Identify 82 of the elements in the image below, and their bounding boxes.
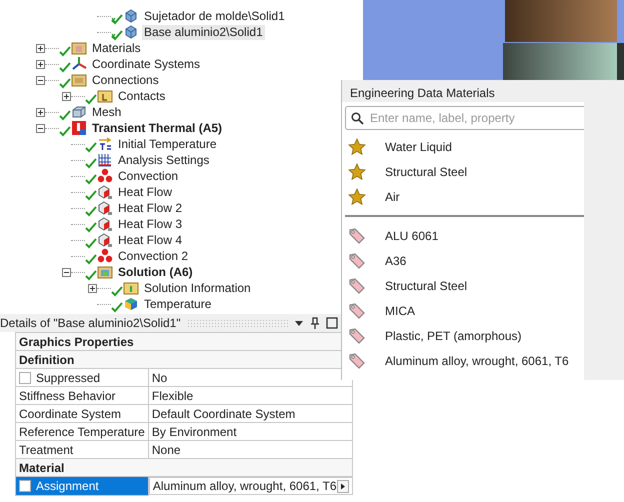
collapse-toggle[interactable] (36, 124, 45, 132)
tree-item[interactable]: Coordinate Systems (90, 56, 202, 72)
property-label: Assignment (36, 478, 99, 493)
cube-icon (123, 24, 139, 40)
tree-item[interactable]: Initial Temperature (116, 136, 218, 152)
search-field[interactable]: Enter name, label, property (345, 106, 584, 130)
property-value: Default Coordinate System (148, 404, 353, 422)
property-value: By Environment (148, 422, 353, 440)
material-item[interactable]: Water Liquid (385, 138, 452, 156)
property-name[interactable]: Coordinate System (16, 404, 148, 422)
folder-icon (71, 72, 87, 88)
tag-icon (348, 326, 366, 344)
tree-item[interactable]: Convection 2 (116, 248, 190, 264)
material-item[interactable]: Structural Steel (385, 162, 468, 180)
tree-item[interactable]: Heat Flow 4 (116, 232, 184, 248)
property-value: Flexible (148, 386, 353, 404)
cube-icon (97, 184, 113, 200)
tree-item[interactable]: Solution (A6) (116, 264, 195, 280)
cube-icon (97, 232, 113, 248)
tree-item[interactable]: Connections (90, 72, 161, 88)
property-name[interactable]: Assignment (16, 476, 148, 495)
material-item[interactable]: Aluminum alloy, wrought, 6061, T6 (385, 352, 569, 370)
dropdown-icon[interactable] (294, 318, 304, 328)
tag-icon (348, 302, 366, 320)
property-name[interactable]: Suppressed (16, 368, 148, 386)
tree-item[interactable]: Contacts (116, 88, 168, 104)
maximize-icon[interactable] (326, 317, 338, 329)
cube-icon (97, 200, 113, 216)
tag-icon (348, 352, 366, 370)
tree-item[interactable]: Heat Flow 2 (116, 200, 184, 216)
tree-item[interactable]: Analysis Settings (116, 152, 212, 168)
star-icon (348, 162, 366, 180)
tag-icon (348, 226, 366, 244)
thermometer-icon (71, 120, 87, 136)
property-label: Suppressed (36, 370, 100, 384)
tree-item[interactable]: Sujetador de molde\Solid1 (142, 8, 287, 24)
expand-toggle[interactable] (36, 108, 45, 116)
expand-toggle[interactable] (88, 284, 97, 292)
tag-icon (348, 252, 366, 270)
tree-item[interactable]: Heat Flow (116, 184, 174, 200)
group-header: Material (16, 458, 353, 476)
search-icon (351, 112, 364, 125)
popup-title: Engineering Data Materials (342, 80, 584, 102)
expand-toggle[interactable] (36, 44, 45, 52)
tree-item[interactable]: Temperature (142, 296, 214, 312)
grid-icon (97, 152, 113, 168)
material-item[interactable]: A36 (385, 252, 406, 270)
material-item[interactable]: Plastic, PET (amorphous) (385, 326, 522, 344)
tree-item[interactable]: Base aluminio2\Solid1 (142, 24, 265, 40)
checkbox[interactable] (19, 372, 31, 384)
star-icon (348, 188, 366, 206)
material-item[interactable]: Air (385, 188, 400, 206)
folder-icon (97, 264, 113, 280)
collapse-toggle[interactable] (36, 76, 45, 84)
property-name[interactable]: Stiffness Behavior (16, 386, 148, 404)
star-icon (348, 138, 366, 156)
material-item[interactable]: Structural Steel (385, 276, 468, 294)
material-item[interactable]: MICA (385, 302, 415, 320)
expand-toggle[interactable] (62, 92, 71, 100)
tree-item[interactable]: Convection (116, 168, 180, 184)
mesh-icon (71, 104, 87, 120)
cube-icon (97, 216, 113, 232)
pin-icon[interactable] (310, 317, 320, 329)
initial-temperature-icon (97, 136, 113, 152)
info-folder-icon (123, 280, 139, 296)
tag-icon (348, 276, 366, 294)
tree-item[interactable]: Transient Thermal (A5) (90, 120, 224, 136)
cube-icon (123, 8, 139, 24)
collapse-toggle[interactable] (62, 268, 71, 276)
tree-item[interactable]: Heat Flow 3 (116, 216, 184, 232)
property-name[interactable]: Reference Temperature (16, 422, 148, 440)
folder-icon (97, 88, 113, 104)
material-item[interactable]: ALU 6061 (385, 226, 438, 244)
tree-item[interactable]: Materials (90, 40, 143, 56)
axes-icon (71, 56, 87, 72)
tree-item[interactable]: Mesh (90, 104, 124, 120)
expand-toggle[interactable] (36, 60, 45, 68)
cube-icon (123, 296, 139, 312)
tree-item[interactable]: Solution Information (142, 280, 253, 296)
checkbox[interactable] (19, 480, 31, 492)
folder-icon (71, 40, 87, 56)
details-title: Details of "Base aluminio2\Solid1" (0, 315, 181, 332)
